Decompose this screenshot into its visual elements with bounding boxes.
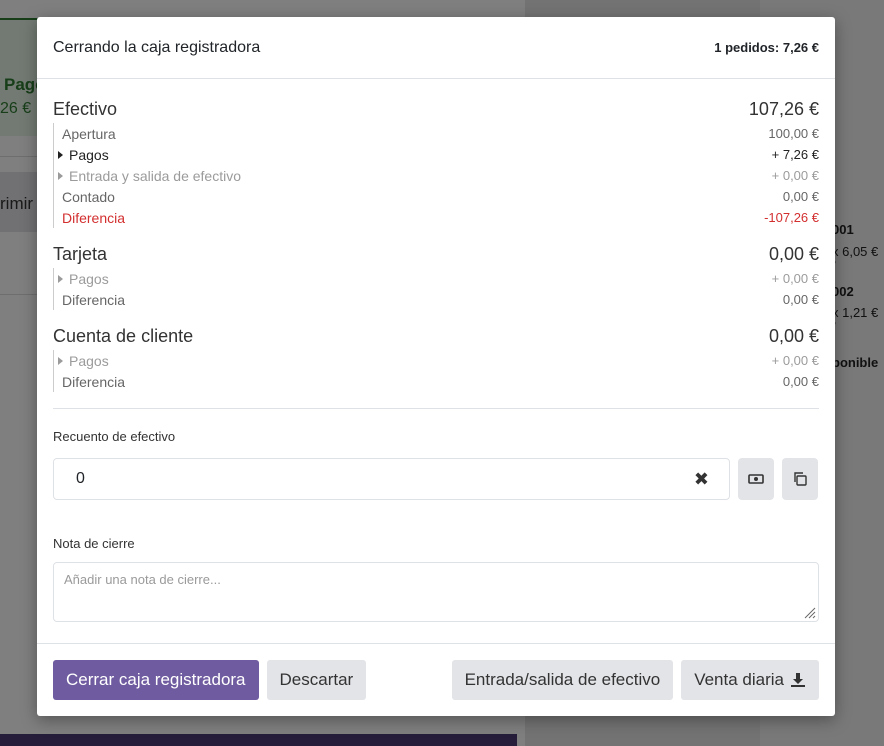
divider — [53, 408, 819, 409]
payment-methods-list: Efectivo 107,26 € Apertura 100,00 € Pagos + 7… — [53, 99, 819, 392]
detail-label: Pagos — [69, 270, 109, 287]
daily-sale-label: Venta diaria — [694, 670, 784, 689]
detail-label: Diferencia — [62, 373, 126, 390]
money-icon — [748, 474, 764, 484]
detail-label-wrap: Pagos — [58, 352, 109, 369]
detail-row: Diferencia 0,00 € — [54, 371, 819, 392]
discard-button[interactable]: Descartar — [266, 660, 367, 700]
payment-method-total: 0,00 € — [768, 244, 819, 264]
cash-count-value: 0 — [76, 470, 85, 487]
detail-amount: 0,00 € — [782, 292, 819, 307]
detail-row: Diferencia 0,00 € — [54, 289, 819, 310]
payment-method-name: Cuenta de cliente — [53, 326, 194, 346]
detail-label: Diferencia — [62, 209, 126, 226]
detail-label-wrap: Pagos — [58, 270, 109, 287]
detail-label: Entrada y salida de efectivo — [69, 167, 241, 184]
detail-row[interactable]: Pagos + 0,00 € — [54, 268, 819, 289]
payment-method-group: Tarjeta 0,00 € Pagos + 0,00 € Diferencia 0,00… — [53, 244, 819, 310]
money-details-button[interactable] — [738, 458, 774, 500]
caret-right-icon[interactable] — [58, 171, 63, 180]
detail-label: Apertura — [62, 125, 116, 142]
daily-sale-button[interactable]: Venta diaria — [681, 660, 819, 700]
detail-amount: + 0,00 € — [771, 168, 819, 183]
download-icon — [791, 673, 805, 687]
dialog-header: Cerrando la caja registradora 1 pedidos:… — [37, 17, 835, 79]
caret-right-icon[interactable] — [58, 150, 63, 159]
resize-grip-icon[interactable] — [804, 607, 816, 619]
closing-note-placeholder: Añadir una nota de cierre... — [64, 572, 221, 587]
cash-count-input[interactable]: 0 ✖ — [53, 458, 730, 500]
detail-row: Apertura 100,00 € — [54, 123, 819, 144]
payment-method-details: Apertura 100,00 € Pagos + 7,26 € Entrada y s… — [53, 123, 819, 228]
detail-label-wrap: Apertura — [62, 126, 116, 142]
detail-label-wrap: Diferencia — [62, 210, 125, 226]
detail-label: Contado — [62, 188, 115, 205]
detail-amount: 0,00 € — [782, 189, 819, 204]
detail-amount: + 0,00 € — [771, 353, 819, 368]
dialog-footer: Cerrar caja registradora Descartar Entra… — [37, 643, 835, 716]
detail-row: Contado 0,00 € — [54, 186, 819, 207]
payment-method-name: Tarjeta — [53, 244, 108, 264]
detail-label-wrap: Pagos — [58, 146, 109, 163]
payment-method-header: Tarjeta 0,00 € — [53, 244, 819, 268]
detail-amount: + 7,26 € — [771, 147, 819, 162]
payment-method-total: 0,00 € — [768, 326, 819, 346]
close-icon[interactable]: ✖ — [694, 469, 709, 490]
payment-method-group: Efectivo 107,26 € Apertura 100,00 € Pagos + 7… — [53, 99, 819, 228]
detail-label-wrap: Diferencia — [62, 292, 125, 308]
detail-row[interactable]: Pagos + 7,26 € — [54, 144, 819, 165]
detail-row: Diferencia -107,26 € — [54, 207, 819, 228]
payment-method-details: Pagos + 0,00 € Diferencia 0,00 € — [53, 268, 819, 310]
detail-label: Pagos — [69, 146, 109, 163]
detail-amount: + 0,00 € — [771, 271, 819, 286]
payment-method-details: Pagos + 0,00 € Diferencia 0,00 € — [53, 350, 819, 392]
closing-register-dialog: Cerrando la caja registradora 1 pedidos:… — [37, 17, 835, 716]
cash-count-row: 0 ✖ — [53, 458, 819, 500]
closing-note-label: Nota de cierre — [53, 536, 135, 551]
detail-row[interactable]: Entrada y salida de efectivo + 0,00 € — [54, 165, 819, 186]
payment-method-total: 107,26 € — [748, 99, 819, 119]
detail-label-wrap: Diferencia — [62, 374, 125, 390]
caret-right-icon[interactable] — [58, 274, 63, 283]
close-register-button[interactable]: Cerrar caja registradora — [53, 660, 259, 700]
copy-amount-button[interactable] — [782, 458, 818, 500]
payment-method-group: Cuenta de cliente 0,00 € Pagos + 0,00 € Dife… — [53, 326, 819, 392]
dialog-title: Cerrando la caja registradora — [53, 38, 261, 56]
detail-row[interactable]: Pagos + 0,00 € — [54, 350, 819, 371]
payment-method-header: Cuenta de cliente 0,00 € — [53, 326, 819, 350]
closing-note-textarea[interactable]: Añadir una nota de cierre... — [53, 562, 819, 622]
orders-summary: 1 pedidos: 7,26 € — [714, 40, 819, 55]
cash-count-label: Recuento de efectivo — [53, 429, 176, 444]
payment-method-name: Efectivo — [53, 99, 118, 119]
payment-method-header: Efectivo 107,26 € — [53, 99, 819, 123]
cash-in-out-button[interactable]: Entrada/salida de efectivo — [451, 660, 674, 700]
detail-label-wrap: Contado — [62, 189, 115, 205]
dialog-body: Efectivo 107,26 € Apertura 100,00 € Pagos + 7… — [37, 79, 835, 622]
detail-amount: 0,00 € — [782, 374, 819, 389]
detail-label: Diferencia — [62, 291, 126, 308]
caret-right-icon[interactable] — [58, 356, 63, 365]
detail-label-wrap: Entrada y salida de efectivo — [58, 167, 241, 184]
detail-amount: 100,00 € — [768, 126, 819, 141]
detail-amount: -107,26 € — [764, 210, 819, 225]
detail-label: Pagos — [69, 352, 109, 369]
copy-icon — [794, 472, 807, 486]
